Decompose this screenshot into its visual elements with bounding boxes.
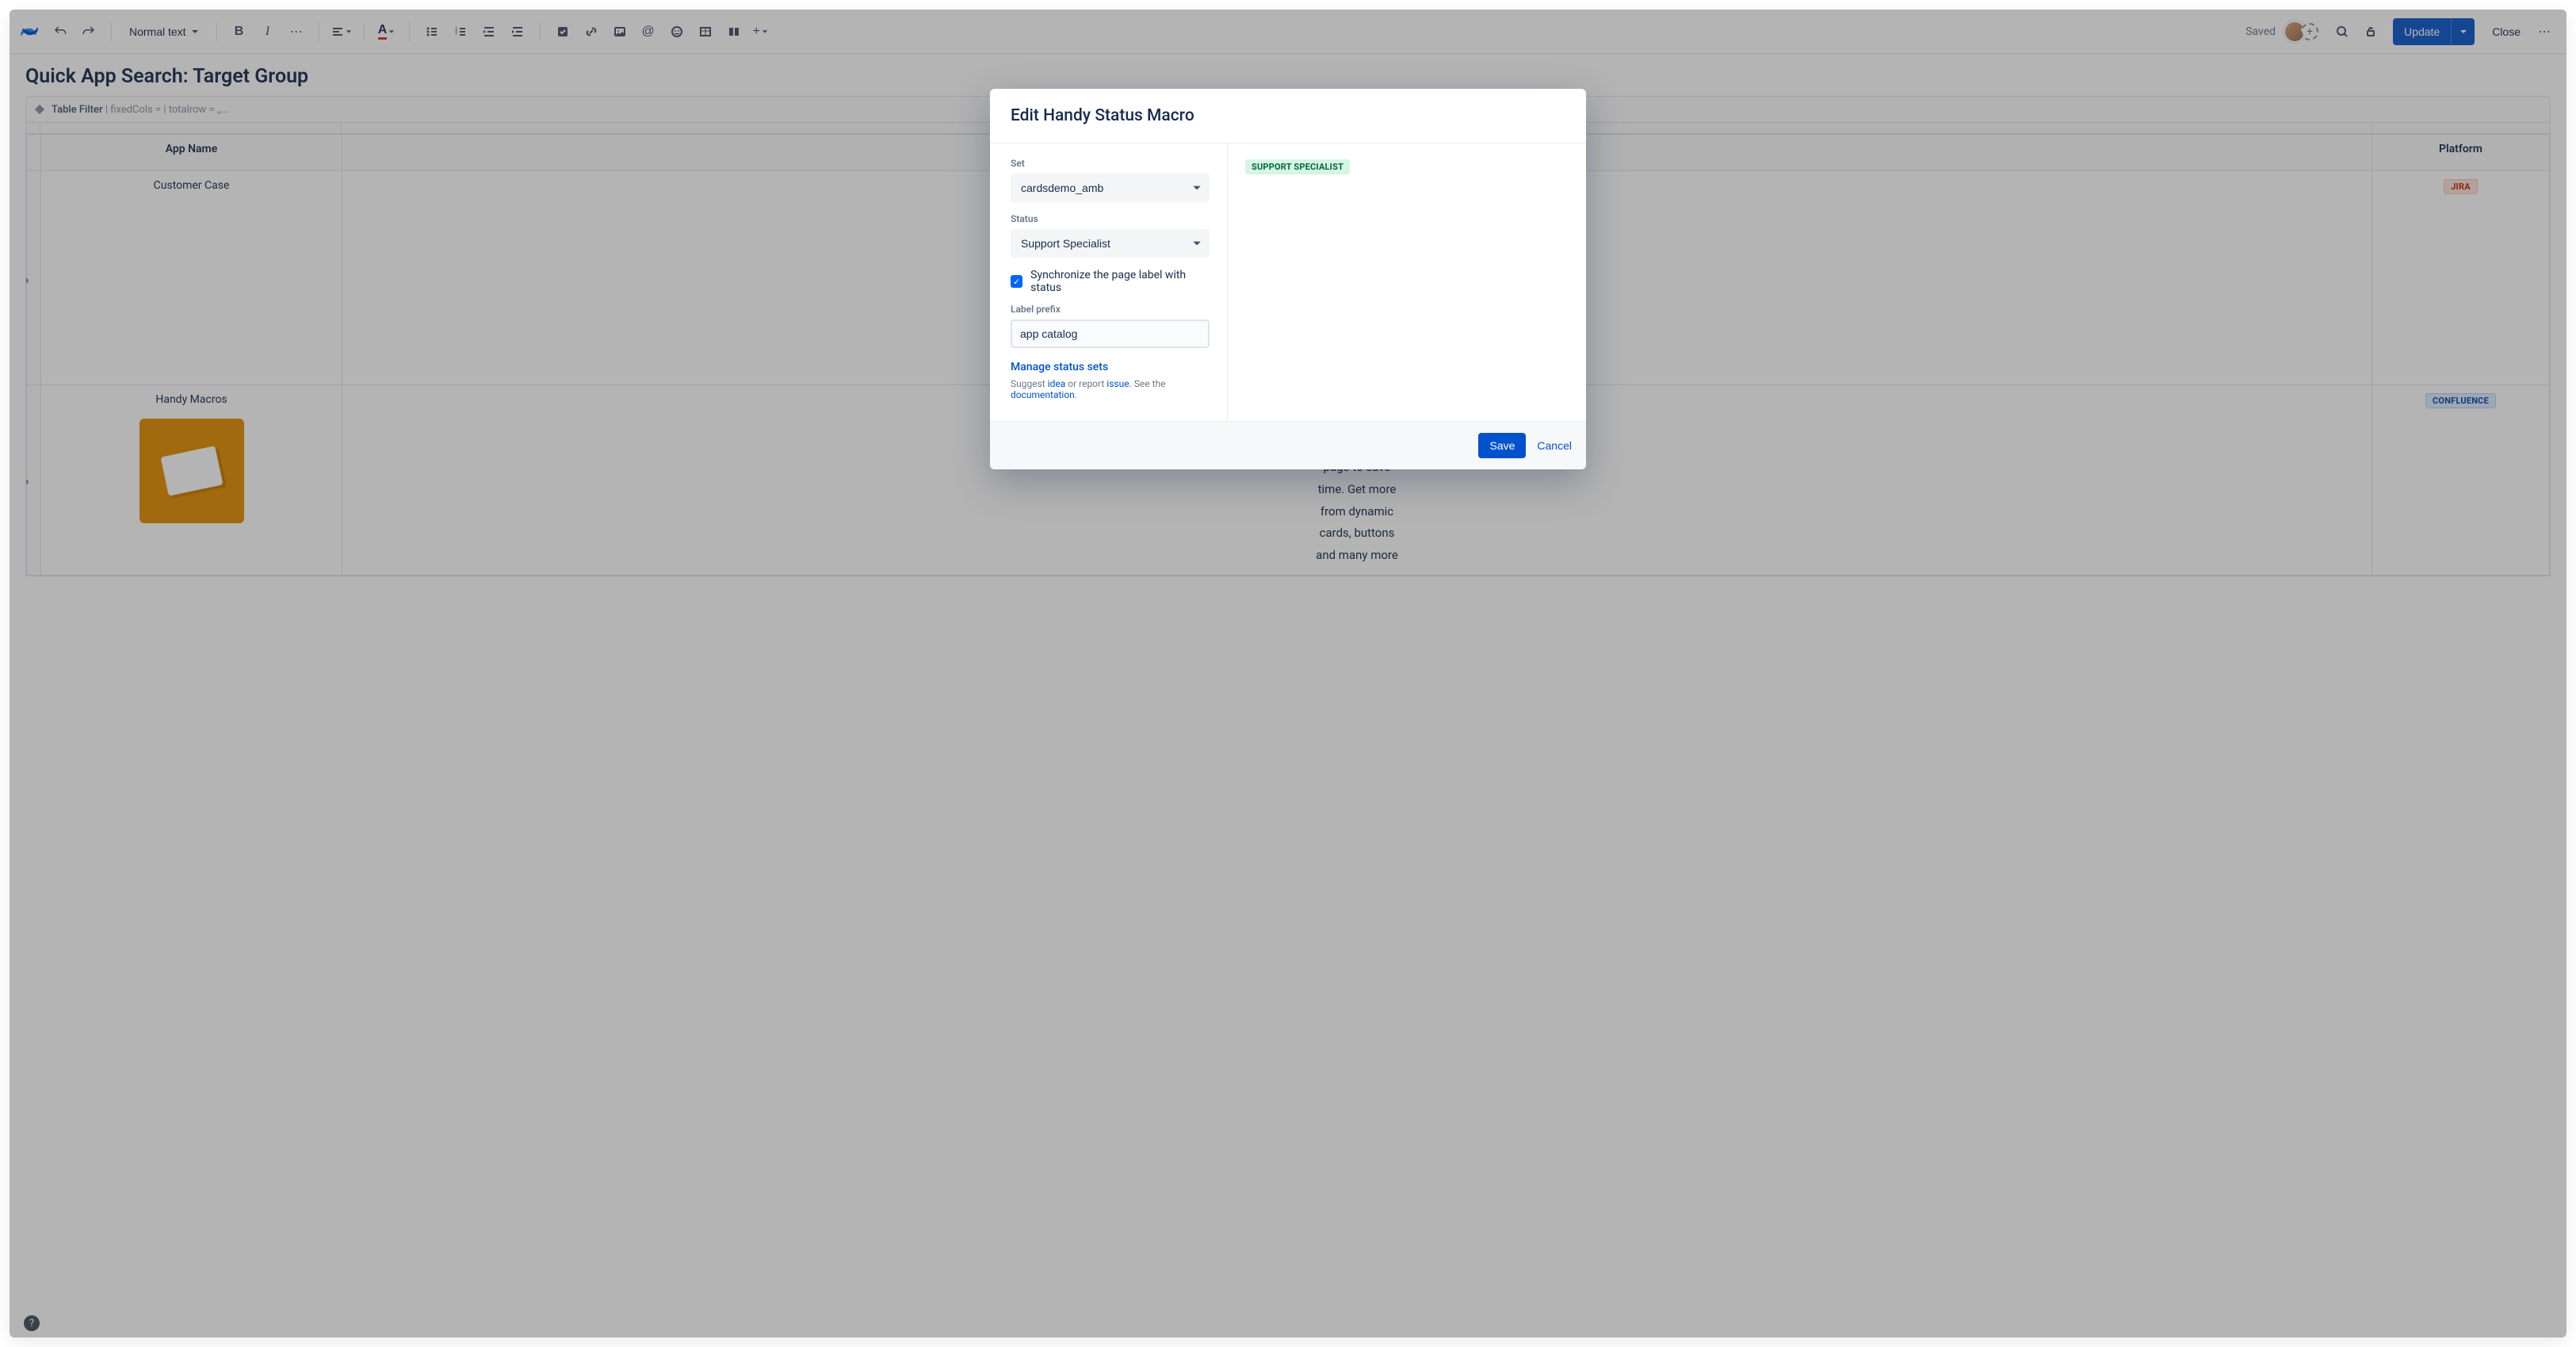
modal-title: Edit Handy Status Macro bbox=[1011, 106, 1565, 125]
issue-link[interactable]: issue bbox=[1106, 378, 1129, 389]
documentation-link[interactable]: documentation bbox=[1011, 389, 1075, 400]
modal-form-panel: Set cardsdemo_amb Status Support Special… bbox=[990, 144, 1228, 421]
set-select[interactable]: cardsdemo_amb bbox=[1011, 174, 1210, 202]
preview-status-badge: SUPPORT SPECIALIST bbox=[1245, 159, 1350, 174]
save-button[interactable]: Save bbox=[1478, 433, 1526, 458]
modal-header: Edit Handy Status Macro bbox=[990, 89, 1586, 144]
set-label: Set bbox=[1011, 158, 1210, 169]
prefix-input[interactable] bbox=[1011, 320, 1210, 348]
modal-preview-panel: SUPPORT SPECIALIST bbox=[1228, 144, 1586, 421]
edit-macro-modal: Edit Handy Status Macro Set cardsdemo_am… bbox=[990, 89, 1586, 469]
sync-checkbox[interactable]: ✓ bbox=[1011, 275, 1022, 288]
suggest-line: Suggest idea or report issue. See the do… bbox=[1011, 378, 1210, 400]
modal-backdrop[interactable]: Edit Handy Status Macro Set cardsdemo_am… bbox=[10, 10, 2566, 1337]
idea-link[interactable]: idea bbox=[1048, 378, 1066, 389]
sync-label: Synchronize the page label with status bbox=[1030, 269, 1210, 294]
status-select[interactable]: Support Specialist bbox=[1011, 229, 1210, 258]
cancel-button[interactable]: Cancel bbox=[1537, 439, 1572, 452]
prefix-label: Label prefix bbox=[1011, 304, 1210, 315]
modal-footer: Save Cancel bbox=[990, 421, 1586, 469]
status-label: Status bbox=[1011, 213, 1210, 224]
manage-status-sets-link[interactable]: Manage status sets bbox=[1011, 361, 1108, 373]
